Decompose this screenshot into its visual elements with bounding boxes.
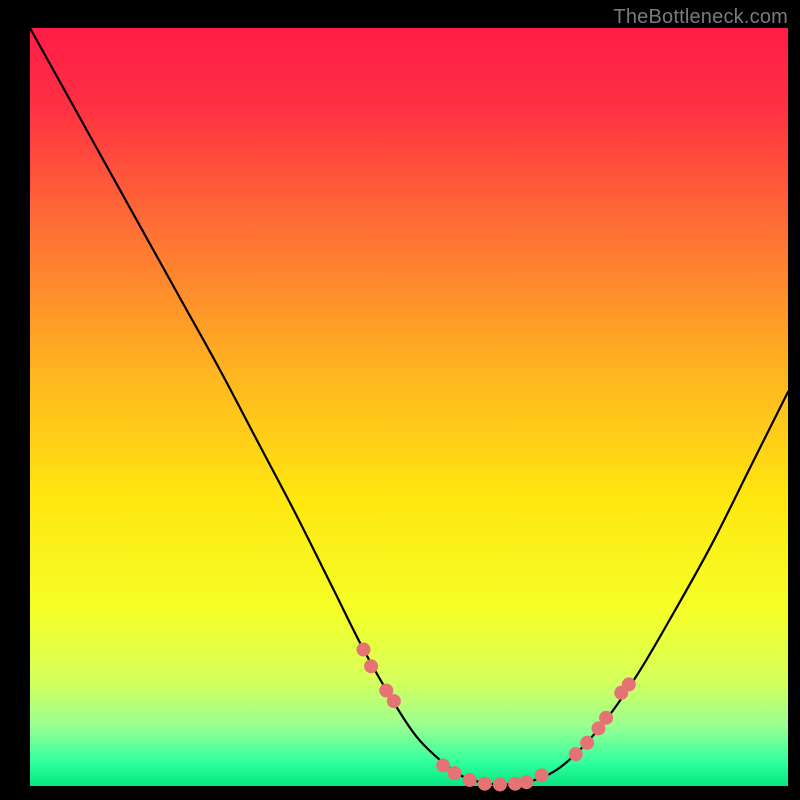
dot	[493, 777, 507, 791]
dot	[364, 659, 378, 673]
bottleneck-chart	[0, 0, 800, 800]
dot	[599, 711, 613, 725]
chart-container	[0, 0, 800, 800]
watermark-text: TheBottleneck.com	[613, 6, 788, 29]
dot	[519, 775, 533, 789]
dot	[580, 736, 594, 750]
dot	[436, 759, 450, 773]
dot	[535, 768, 549, 782]
dot	[622, 677, 636, 691]
dot	[569, 747, 583, 761]
dot	[447, 766, 461, 780]
dot	[478, 777, 492, 791]
dot	[387, 694, 401, 708]
dot	[357, 643, 371, 657]
dot	[463, 773, 477, 787]
